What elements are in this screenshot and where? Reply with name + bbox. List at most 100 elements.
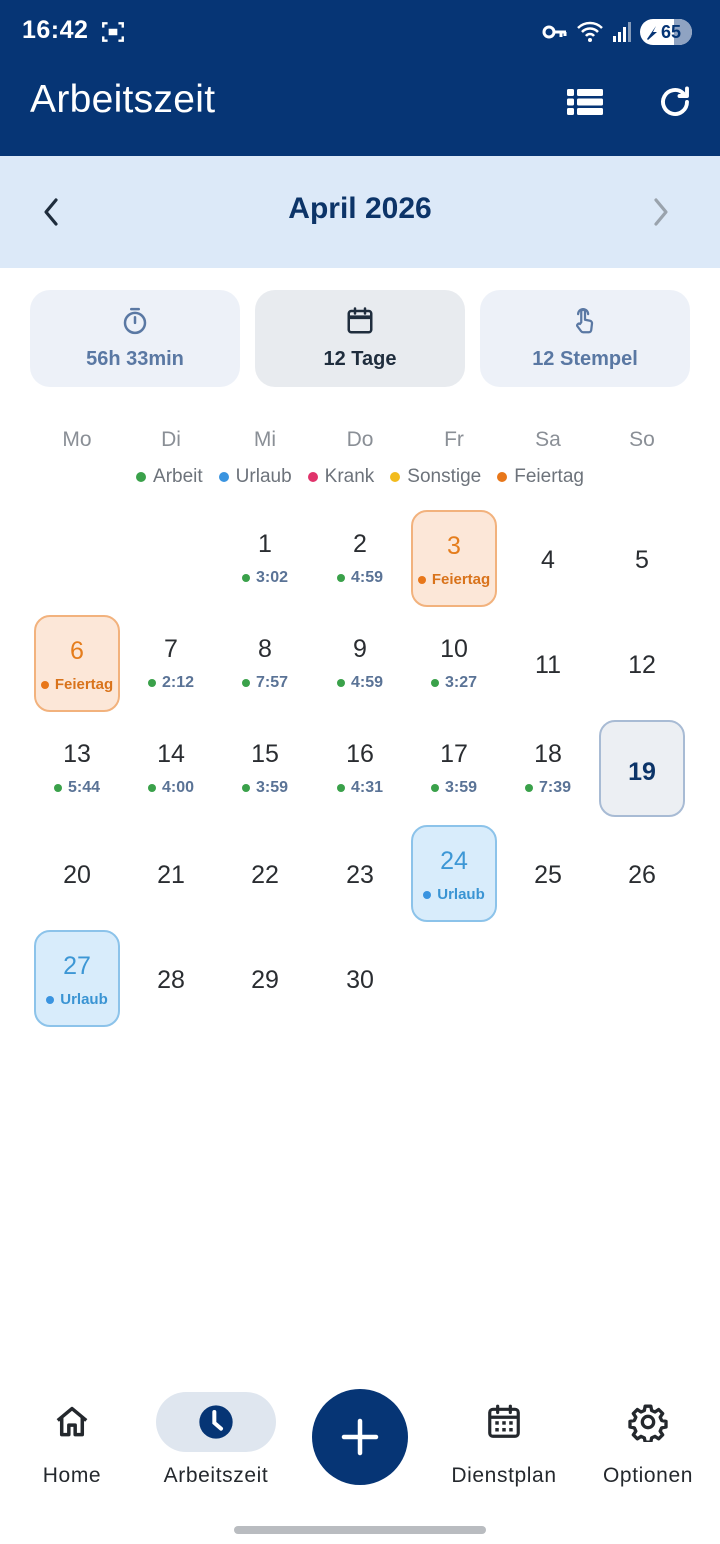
entry-text: Feiertag bbox=[54, 676, 114, 693]
status-bar: 16:42 65 bbox=[0, 0, 720, 64]
calendar-day-2[interactable]: 2 4:59 bbox=[317, 510, 403, 607]
day-number: 1 bbox=[258, 530, 272, 558]
summary-stamps-label: 12 Stempel bbox=[532, 348, 638, 370]
entry-text: Urlaub bbox=[437, 886, 485, 903]
entry-text: 5:44 bbox=[67, 779, 101, 796]
calendar-day-9[interactable]: 9 4:59 bbox=[317, 615, 403, 712]
entry-text: 7:39 bbox=[538, 779, 572, 796]
nav-arbeitszeit[interactable]: Arbeitszeit bbox=[156, 1380, 276, 1488]
calendar-day-20[interactable]: 20 bbox=[34, 825, 120, 922]
calendar-day-26[interactable]: 26 bbox=[599, 825, 685, 922]
home-indicator[interactable] bbox=[234, 1526, 486, 1534]
calendar-day-1[interactable]: 1 3:02 bbox=[222, 510, 308, 607]
calendar-day-7[interactable]: 7 2:12 bbox=[128, 615, 214, 712]
day-number: 21 bbox=[157, 861, 185, 889]
app-header: 16:42 65 Arbeitszeit bbox=[0, 0, 720, 156]
timer-icon bbox=[120, 306, 150, 336]
day-number: 5 bbox=[635, 546, 649, 574]
calendar-day-29[interactable]: 29 bbox=[222, 930, 308, 1027]
day-number: 17 bbox=[440, 740, 468, 768]
weekday-fr: Fr bbox=[444, 428, 464, 451]
day-entry: Urlaub bbox=[423, 886, 485, 903]
day-number: 26 bbox=[628, 861, 656, 889]
day-entry: 3:59 bbox=[241, 779, 288, 797]
day-entry: 4:59 bbox=[336, 569, 383, 587]
calendar-day-11[interactable]: 11 bbox=[505, 615, 591, 712]
calendar-day-6[interactable]: 6 Feiertag bbox=[34, 615, 120, 712]
gear-icon bbox=[628, 1404, 668, 1442]
entry-text: 7:57 bbox=[255, 674, 289, 691]
calendar-day-13[interactable]: 13 5:44 bbox=[34, 720, 120, 817]
entry-dot bbox=[524, 784, 533, 792]
legend: Arbeit Urlaub Krank Sonstige Feiertag bbox=[0, 466, 720, 488]
entry-text: Feiertag bbox=[431, 571, 491, 588]
entry-dot bbox=[40, 680, 49, 689]
nav-optionen-label: Optionen bbox=[602, 1464, 694, 1487]
status-icons: 65 bbox=[542, 18, 692, 46]
calendar-day-18[interactable]: 18 7:39 bbox=[505, 720, 591, 817]
calendar-day-12[interactable]: 12 bbox=[599, 615, 685, 712]
day-number: 28 bbox=[157, 966, 185, 994]
day-entry: Urlaub bbox=[46, 991, 108, 1008]
legend-dot bbox=[218, 472, 229, 482]
entry-text: 4:31 bbox=[350, 779, 384, 796]
day-number: 3 bbox=[447, 532, 461, 560]
summary-days-label: 12 Tage bbox=[323, 348, 397, 370]
entry-dot bbox=[241, 679, 250, 687]
calendar-day-19[interactable]: 19 bbox=[599, 720, 685, 817]
calendar-day-28[interactable]: 28 bbox=[128, 930, 214, 1027]
wifi-icon bbox=[576, 20, 604, 44]
calendar-grid-icon bbox=[488, 1404, 520, 1438]
calendar-day-21[interactable]: 21 bbox=[128, 825, 214, 922]
calendar-day-8[interactable]: 8 7:57 bbox=[222, 615, 308, 712]
nav-home[interactable]: Home bbox=[12, 1380, 132, 1488]
list-view-button[interactable] bbox=[563, 80, 607, 124]
calendar-day-3[interactable]: 3 Feiertag bbox=[411, 510, 497, 607]
page-title: Arbeitszeit bbox=[30, 78, 216, 121]
calendar-day-17[interactable]: 17 3:59 bbox=[411, 720, 497, 817]
calendar-day-24[interactable]: 24 Urlaub bbox=[411, 825, 497, 922]
day-number: 8 bbox=[258, 635, 272, 663]
calendar-day-22[interactable]: 22 bbox=[222, 825, 308, 922]
summary-hours-card[interactable]: 56h 33min bbox=[30, 290, 240, 387]
entry-text: 3:02 bbox=[255, 569, 289, 586]
calendar-day-15[interactable]: 15 3:59 bbox=[222, 720, 308, 817]
day-number: 12 bbox=[628, 651, 656, 679]
weekday-di: Di bbox=[161, 428, 181, 451]
refresh-button[interactable] bbox=[653, 80, 697, 124]
calendar-day-16[interactable]: 16 4:31 bbox=[317, 720, 403, 817]
calendar-day-4[interactable]: 4 bbox=[505, 510, 591, 607]
calendar-day-25[interactable]: 25 bbox=[505, 825, 591, 922]
calendar-day-27[interactable]: 27 Urlaub bbox=[34, 930, 120, 1027]
calendar-day-5[interactable]: 5 bbox=[599, 510, 685, 607]
next-month-button[interactable] bbox=[636, 188, 684, 236]
day-entry: 3:27 bbox=[430, 674, 478, 692]
day-number: 13 bbox=[63, 740, 91, 768]
add-entry-button[interactable] bbox=[312, 1389, 408, 1485]
legend-item-krank: Krank bbox=[307, 466, 374, 488]
day-entry: Feiertag bbox=[417, 571, 491, 588]
summary-stamps-card[interactable]: 12 Stempel bbox=[480, 290, 690, 387]
signal-icon bbox=[612, 21, 632, 43]
calendar-day-23[interactable]: 23 bbox=[317, 825, 403, 922]
entry-text: 3:27 bbox=[444, 674, 478, 691]
day-number: 14 bbox=[157, 740, 185, 768]
nav-dienstplan-label: Dienstplan bbox=[451, 1464, 557, 1487]
calendar-day-10[interactable]: 10 3:27 bbox=[411, 615, 497, 712]
day-number: 18 bbox=[534, 740, 562, 768]
calendar-day-14[interactable]: 14 4:00 bbox=[128, 720, 214, 817]
day-entry: Feiertag bbox=[40, 676, 114, 693]
nav-optionen[interactable]: Optionen bbox=[588, 1380, 708, 1488]
day-number: 30 bbox=[346, 966, 374, 994]
summary-days-card[interactable]: 12 Tage bbox=[255, 290, 465, 387]
day-number: 20 bbox=[63, 861, 91, 889]
entry-text: 4:59 bbox=[350, 674, 384, 691]
calendar-day-30[interactable]: 30 bbox=[317, 930, 403, 1027]
day-number: 23 bbox=[346, 861, 374, 889]
home-icon bbox=[56, 1406, 88, 1437]
day-number: 4 bbox=[541, 546, 555, 574]
nav-dienstplan[interactable]: Dienstplan bbox=[444, 1380, 564, 1488]
entry-dot bbox=[430, 679, 439, 687]
entry-text: 4:00 bbox=[161, 779, 195, 796]
weekday-do: Do bbox=[346, 428, 374, 451]
